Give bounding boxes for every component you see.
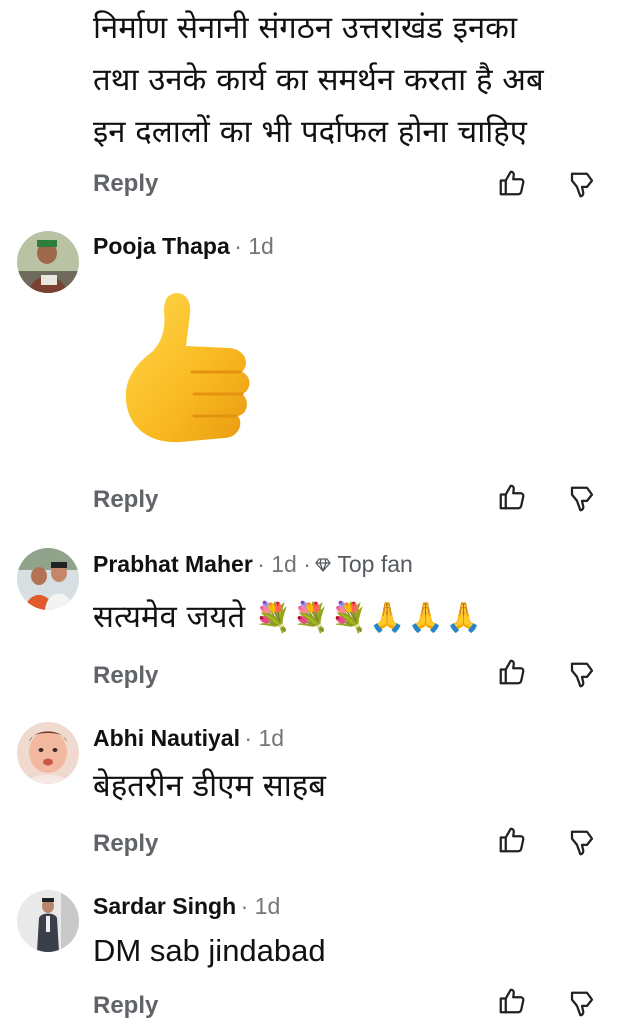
thumbs-up-outline-icon[interactable] xyxy=(497,482,527,512)
thumbs-down-outline-icon[interactable] xyxy=(567,828,597,858)
thumbs-down-outline-icon[interactable] xyxy=(567,484,597,514)
author-name[interactable]: Prabhat Maher xyxy=(93,551,253,577)
timestamp[interactable]: · 1d xyxy=(234,233,274,259)
reply-button[interactable]: Reply xyxy=(93,486,158,514)
comments-feed: निर्माण सेनानी संगठन उत्तराखंड इनका तथा … xyxy=(0,0,619,1024)
emoji-sequence: 💐💐💐🙏🙏🙏 xyxy=(255,600,484,634)
thumbs-down-outline-icon[interactable] xyxy=(567,660,597,690)
comment-header: Abhi Nautiyal · 1d xyxy=(93,725,284,752)
comment-text-line: निर्माण सेनानी संगठन उत्तराखंड इनका xyxy=(93,10,518,46)
thumbs-up-outline-icon[interactable] xyxy=(497,986,527,1016)
comment-text-line: इन दलालों का भी पर्दाफल होना चाहिए xyxy=(93,114,527,150)
thumbs-up-outline-icon[interactable] xyxy=(497,657,527,687)
comment-text: सत्यमेव जयते 💐💐💐🙏🙏🙏 xyxy=(93,602,484,633)
thumbs-up-outline-icon[interactable] xyxy=(497,825,527,855)
badge-label: Top fan xyxy=(337,551,413,577)
comment-header: Prabhat Maher · 1d · Top fan xyxy=(93,551,413,578)
avatar[interactable] xyxy=(17,722,79,784)
comment-text: निर्माण सेनानी संगठन उत्तराखंड इनका तथा … xyxy=(93,2,544,158)
reply-button[interactable]: Reply xyxy=(93,992,158,1020)
thumbs-down-outline-icon[interactable] xyxy=(567,170,597,200)
avatar[interactable] xyxy=(17,548,79,610)
reply-button[interactable]: Reply xyxy=(93,830,158,858)
comment-text: बेहतरीन डीएम साहब xyxy=(93,768,326,804)
top-fan-badge: Top fan xyxy=(315,551,413,577)
author-name[interactable]: Pooja Thapa xyxy=(93,233,230,259)
timestamp[interactable]: · 1d xyxy=(244,725,284,751)
thumbs-up-sticker xyxy=(120,288,255,448)
reply-button[interactable]: Reply xyxy=(93,662,158,690)
author-name[interactable]: Sardar Singh xyxy=(93,893,236,919)
comment-text-line: तथा उनके कार्य का समर्थन करता है अब xyxy=(93,62,544,98)
avatar[interactable] xyxy=(17,890,79,952)
thumbs-down-outline-icon[interactable] xyxy=(567,989,597,1019)
comment-header: Sardar Singh · 1d xyxy=(93,893,280,920)
comment-text: DM sab jindabad xyxy=(93,933,326,968)
timestamp[interactable]: · 1d xyxy=(241,893,281,919)
diamond-icon xyxy=(315,558,332,572)
avatar[interactable] xyxy=(17,231,79,293)
timestamp[interactable]: · 1d · xyxy=(257,551,311,577)
comment-text-body: सत्यमेव जयते xyxy=(93,599,246,635)
thumbs-up-outline-icon[interactable] xyxy=(497,168,527,198)
author-name[interactable]: Abhi Nautiyal xyxy=(93,725,240,751)
reply-button[interactable]: Reply xyxy=(93,170,158,198)
comment-header: Pooja Thapa · 1d xyxy=(93,233,274,260)
